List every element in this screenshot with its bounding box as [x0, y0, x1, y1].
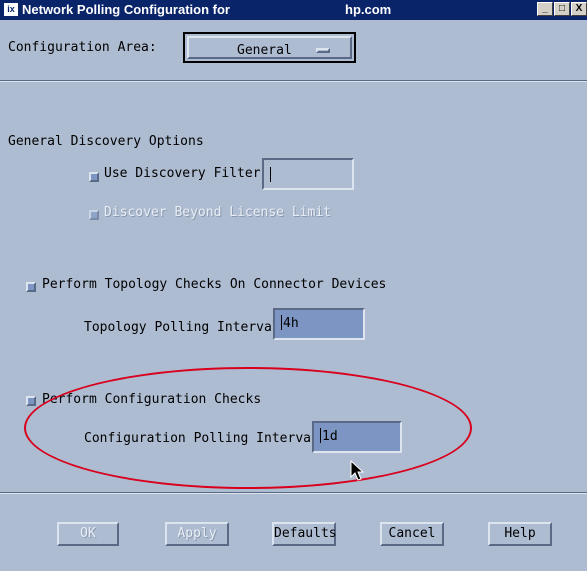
- config-area-label: Configuration Area:: [8, 40, 157, 55]
- general-discovery-heading: General Discovery Options: [8, 134, 204, 149]
- window-menu-icon[interactable]: ix: [4, 3, 18, 16]
- config-area-select[interactable]: General: [183, 32, 356, 63]
- ok-button[interactable]: OK: [57, 522, 119, 546]
- close-button[interactable]: X: [571, 2, 587, 16]
- configuration-interval-value: 1d: [322, 429, 338, 444]
- discover-beyond-license-label: Discover Beyond License Limit: [104, 205, 331, 220]
- configuration-interval-input[interactable]: 1d: [312, 421, 402, 453]
- use-discovery-filter-checkbox[interactable]: [89, 172, 99, 182]
- main-panel: Configuration Area: General General Disc…: [0, 20, 587, 571]
- separator: [0, 492, 587, 494]
- cancel-button[interactable]: Cancel: [380, 522, 444, 546]
- title-bar[interactable]: ix Network Polling Configuration for hp.…: [0, 0, 587, 20]
- topology-interval-label: Topology Polling Interval: [84, 320, 280, 335]
- topology-interval-value: 4h: [283, 316, 299, 331]
- discovery-filter-input[interactable]: [262, 158, 354, 190]
- topology-checks-checkbox[interactable]: [26, 282, 36, 292]
- configuration-interval-label: Configuration Polling Interval: [84, 431, 319, 446]
- defaults-button[interactable]: Defaults: [272, 522, 337, 546]
- apply-button[interactable]: Apply: [165, 522, 229, 546]
- configuration-checks-checkbox[interactable]: [26, 396, 36, 406]
- window-host: hp.com: [345, 2, 392, 17]
- window-title: Network Polling Configuration for: [22, 2, 230, 17]
- text-cursor: [270, 167, 271, 182]
- maximize-button[interactable]: □: [554, 2, 570, 16]
- topology-checks-label: Perform Topology Checks On Connector Dev…: [42, 277, 387, 292]
- use-discovery-filter-label: Use Discovery Filter: [104, 166, 261, 181]
- config-area-value: General: [237, 43, 292, 58]
- configuration-checks-label: Perform Configuration Checks: [42, 392, 262, 407]
- mouse-pointer-icon: [350, 460, 365, 481]
- option-menu-indicator-icon: [316, 48, 330, 53]
- discover-beyond-license-checkbox: [89, 210, 99, 220]
- help-button[interactable]: Help: [488, 522, 552, 546]
- minimize-button[interactable]: _: [537, 2, 553, 16]
- topology-interval-input[interactable]: 4h: [273, 308, 365, 340]
- separator: [0, 80, 587, 82]
